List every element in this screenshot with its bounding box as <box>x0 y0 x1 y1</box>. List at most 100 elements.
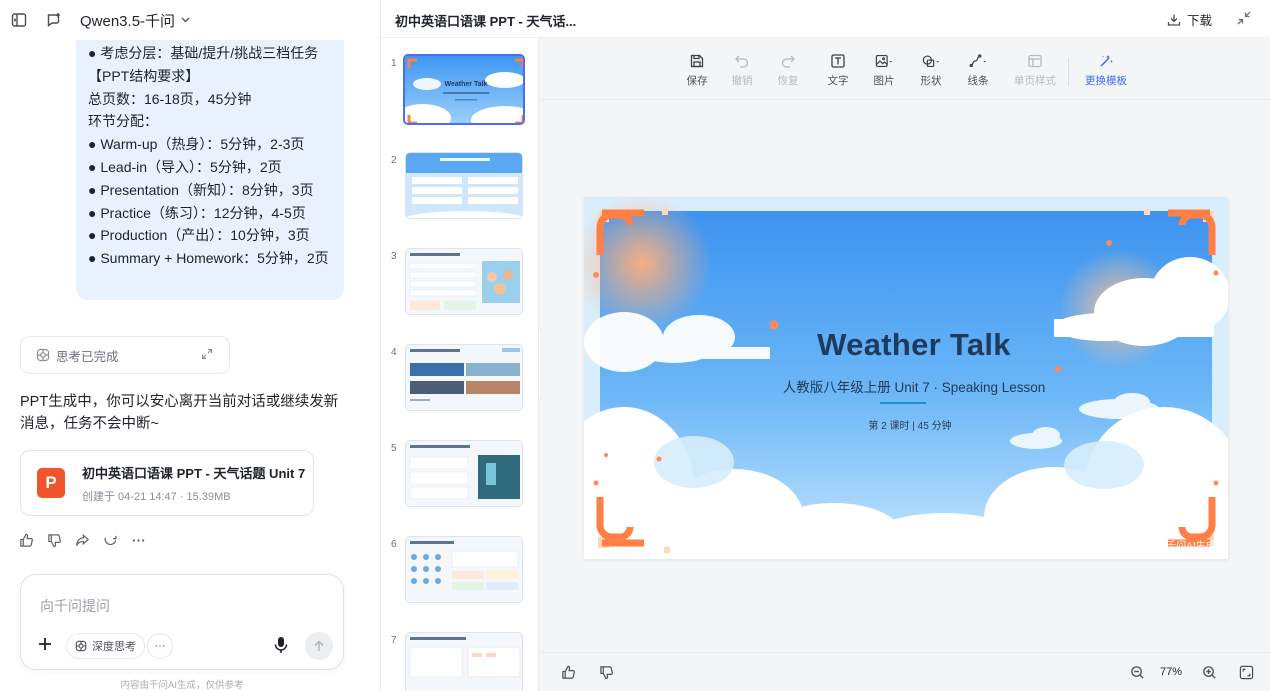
message-line: ● Warm-up（热身）：5分钟，2-3页 <box>88 136 305 153</box>
zoom-level[interactable]: 77% <box>1160 666 1182 678</box>
message-line: ● Presentation（新知）：8分钟，3页 <box>88 181 314 198</box>
fit-screen-icon[interactable] <box>1239 665 1254 680</box>
thumbnail-number: 3 <box>391 251 397 262</box>
ppt-file-icon: P <box>37 468 65 498</box>
download-icon <box>1167 13 1181 27</box>
more-options-icon[interactable] <box>130 532 146 548</box>
page-style-label: 单页样式 <box>1014 75 1056 87</box>
message-line: ● 考虑分层：基础/提升/挑战三档任务 <box>88 45 319 61</box>
download-button[interactable]: 下载 <box>1167 10 1212 29</box>
zoom-in-icon[interactable] <box>1202 665 1217 680</box>
slide-thumbnail-6[interactable] <box>405 536 523 603</box>
undo-icon <box>733 52 751 70</box>
text-tool-label: 文字 <box>827 75 849 87</box>
editor-header: 初中英语口语课 PPT - 天气话... 下载 <box>381 0 1270 38</box>
message-line: ● Summary + Homework：5分钟，2页 <box>88 250 329 267</box>
app-root: Qwen3.5-千问 ● 考虑分层：基础/提升/挑战三档任务 【PPT结构要求】… <box>0 0 1270 691</box>
editor-toolbar: 保存 撤销 恢复 文字 图片 形状 线条 单页样式 更换模板 <box>540 38 1270 100</box>
deep-think-button[interactable]: 深度思考 <box>66 633 145 659</box>
file-title: 初中英语口语课 PPT - 天气话题 Unit 7 <box>82 465 306 481</box>
generation-status-text: PPT生成中，你可以安心离开当前对话或继续发新消息，任务不会中断~ <box>20 394 339 432</box>
toolbar-divider <box>1068 58 1069 86</box>
change-template-label: 更换模板 <box>1085 75 1127 87</box>
new-chat-icon[interactable] <box>45 11 63 29</box>
save-label: 保存 <box>686 75 708 87</box>
message-line: 总页数：16-18页，45分钟 <box>88 90 252 107</box>
undo-label: 撤销 <box>731 75 753 87</box>
slide-lesson-meta[interactable]: 第 2 课时 | 45 分钟 <box>584 417 1228 432</box>
slide-thumbnail-7[interactable] <box>405 632 523 691</box>
message-actions <box>18 532 158 548</box>
prompt-placeholder[interactable]: 向千问提问 <box>40 596 110 616</box>
ppt-file-card[interactable]: P 初中英语口语课 PPT - 天气话题 Unit 7 创建于 04-21 14… <box>20 450 314 516</box>
slide-thumbnail-2[interactable] <box>405 152 523 219</box>
slide-thumbnail-list[interactable]: 1 Weather Talk 2 3 4 5 6 7 <box>381 38 539 691</box>
text-icon <box>829 52 847 70</box>
file-info: 初中英语口语课 PPT - 天气话题 Unit 7 创建于 04-21 14:4… <box>82 463 305 504</box>
message-line: ● Practice（练习）：12分钟，4-5页 <box>88 204 306 221</box>
editor-bottom-bar: 77% <box>540 652 1270 691</box>
slide-subtitle[interactable]: 人教版八年级上册 Unit 7 · Speaking Lesson <box>584 376 1228 396</box>
download-label: 下载 <box>1187 14 1213 28</box>
change-template-button[interactable]: 更换模板 <box>1081 52 1131 88</box>
assistant-message-bubble: ● 考虑分层：基础/提升/挑战三档任务 【PPT结构要求】 总页数：16-18页… <box>76 40 344 300</box>
page-style-icon <box>1026 52 1044 70</box>
editor-title: 初中英语口语课 PPT - 天气话... <box>395 14 577 29</box>
thinking-complete-card[interactable]: 思考已完成 <box>20 336 230 374</box>
zoom-out-icon[interactable] <box>1130 665 1145 680</box>
slide-1-preview[interactable]: Weather Talk 人教版八年级上册 Unit 7 · Speaking … <box>584 197 1228 559</box>
thumbs-down-icon[interactable] <box>46 532 62 548</box>
collapse-panel-icon[interactable] <box>1237 11 1251 25</box>
save-button[interactable]: 保存 <box>672 52 722 88</box>
slide-canvas[interactable]: Weather Talk 人教版八年级上册 Unit 7 · Speaking … <box>540 100 1270 652</box>
send-button[interactable] <box>305 632 333 660</box>
thinking-label: 思考已完成 <box>56 349 119 364</box>
image-tool-label: 图片 <box>873 75 895 87</box>
slide-title[interactable]: Weather Talk <box>584 327 1228 363</box>
image-tool-button[interactable]: 图片 <box>859 52 909 88</box>
message-line: 环节分配： <box>88 113 158 130</box>
thumbs-up-icon[interactable] <box>18 532 34 548</box>
chevron-down-icon <box>181 15 190 26</box>
redo-button[interactable]: 恢复 <box>763 52 813 88</box>
magic-wand-icon <box>1097 52 1115 70</box>
message-line: ● Lead-in（导入）：5分钟，2页 <box>88 158 282 175</box>
brain-icon <box>75 640 87 652</box>
thumbnail-number: 5 <box>391 443 397 454</box>
shape-tool-button[interactable]: 形状 <box>906 52 956 88</box>
share-icon[interactable] <box>74 532 90 548</box>
slide-title-underline <box>880 402 926 404</box>
more-tools-button[interactable]: ··· <box>147 633 173 659</box>
chat-panel: Qwen3.5-千问 ● 考虑分层：基础/提升/挑战三档任务 【PPT结构要求】… <box>0 0 380 691</box>
microphone-icon[interactable] <box>274 636 290 654</box>
image-icon <box>875 52 893 70</box>
thumbs-down-icon[interactable] <box>599 665 614 680</box>
model-name: Qwen3.5-千问 <box>80 12 176 30</box>
save-icon <box>688 52 706 70</box>
line-tool-label: 线条 <box>967 75 989 87</box>
line-tool-button[interactable]: 线条 <box>953 52 1003 88</box>
expand-icon[interactable] <box>201 348 213 363</box>
ai-watermark: ✿ 千问AI生成 <box>1155 541 1216 552</box>
plus-icon[interactable] <box>38 635 52 655</box>
slide-thumbnail-1[interactable]: Weather Talk <box>403 54 525 125</box>
model-selector[interactable]: Qwen3.5-千问 <box>80 10 190 31</box>
prompt-input-box[interactable]: 向千问提问 深度思考 ··· <box>20 574 344 670</box>
thumbs-up-icon[interactable] <box>561 665 576 680</box>
slide-thumbnail-5[interactable] <box>405 440 523 507</box>
chat-header: Qwen3.5-千问 <box>0 0 380 40</box>
page-style-button[interactable]: 单页样式 <box>1010 52 1060 88</box>
sidebar-toggle-icon[interactable] <box>10 11 28 29</box>
slide-thumbnail-4[interactable] <box>405 344 523 411</box>
thumbnail-number: 2 <box>391 155 397 166</box>
regenerate-icon[interactable] <box>102 532 118 548</box>
text-tool-button[interactable]: 文字 <box>813 52 863 88</box>
file-meta: 创建于 04-21 14:47 · 15.39MB <box>82 490 231 503</box>
redo-label: 恢复 <box>777 75 799 87</box>
undo-button[interactable]: 撤销 <box>717 52 767 88</box>
ppt-editor-panel: 初中英语口语课 PPT - 天气话... 下载 1 Weather Talk 2… <box>380 0 1270 691</box>
thumbnail-number: 4 <box>391 347 397 358</box>
slide-thumbnail-3[interactable] <box>405 248 523 315</box>
thumbnail-number: 6 <box>391 539 397 550</box>
message-line: ● Production（产出）：10分钟，3页 <box>88 227 310 244</box>
